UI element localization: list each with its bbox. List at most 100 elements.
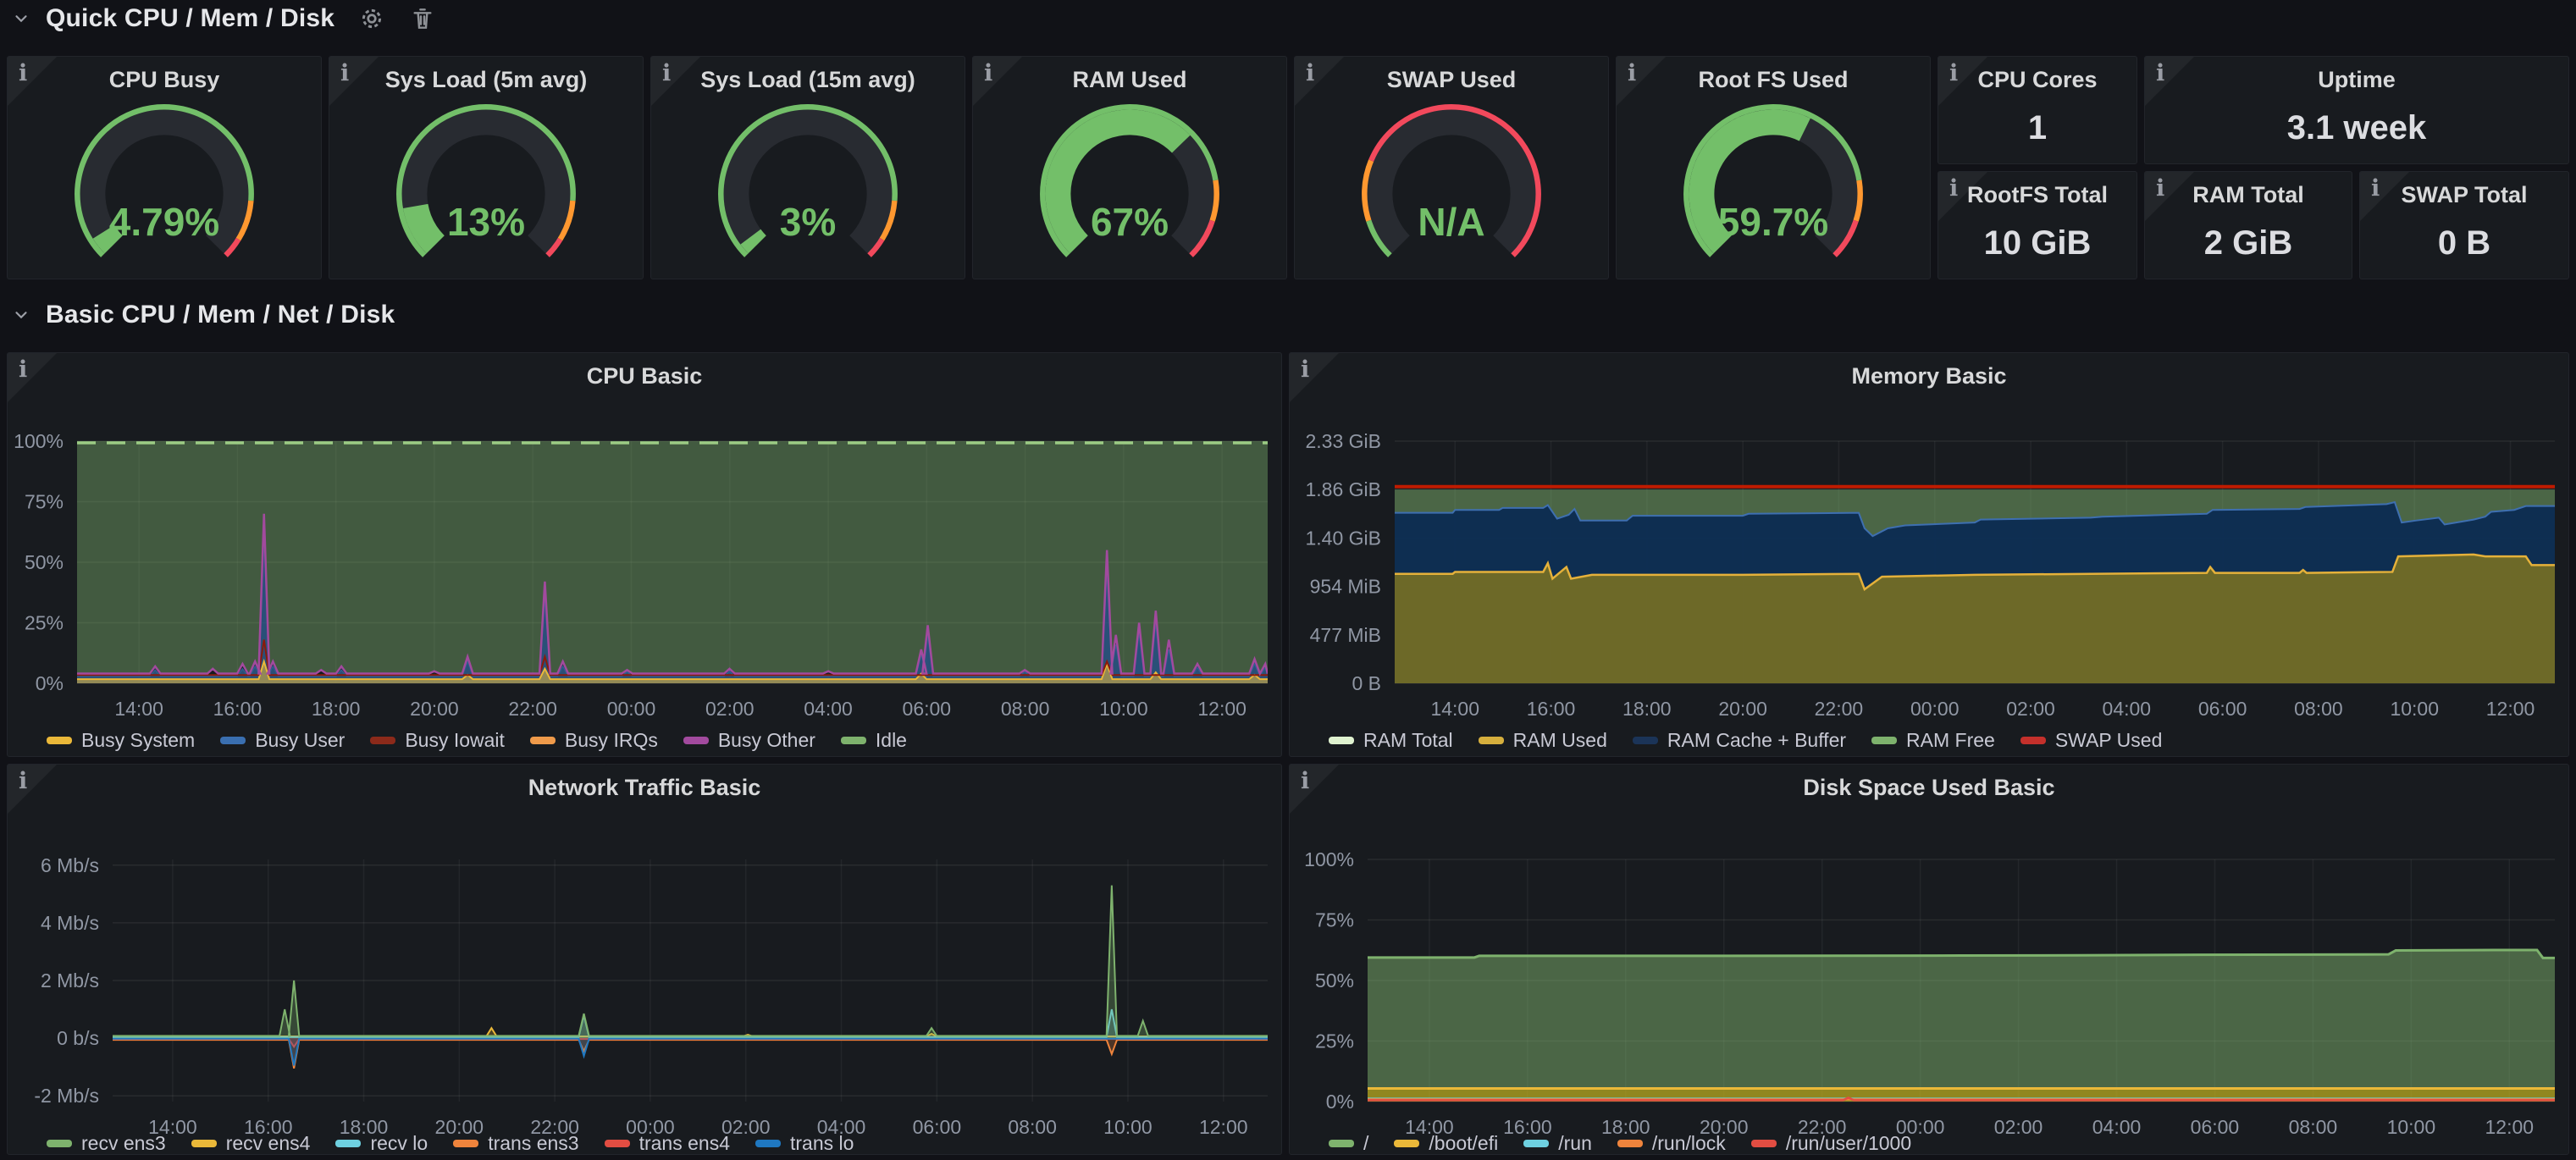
- stat-value: 2 GiB: [2145, 224, 2352, 262]
- legend-swatch: [1394, 1140, 1419, 1147]
- legend-swatch: [1633, 737, 1658, 744]
- svg-text:14:00: 14:00: [1430, 698, 1479, 720]
- legend-item[interactable]: RAM Cache + Buffer: [1633, 729, 1846, 752]
- panel-title[interactable]: CPU Busy: [8, 67, 321, 93]
- legend-label: Busy User: [255, 729, 345, 752]
- svg-text:12:00: 12:00: [2486, 698, 2535, 720]
- legend-item[interactable]: trans ens4: [605, 1132, 730, 1155]
- svg-text:12:00: 12:00: [1197, 698, 1247, 720]
- legend-item[interactable]: recv lo: [335, 1132, 428, 1155]
- legend-item[interactable]: recv ens3: [47, 1132, 166, 1155]
- legend-swatch: [1329, 737, 1354, 744]
- svg-text:10:00: 10:00: [2390, 698, 2439, 720]
- svg-text:0%: 0%: [36, 672, 64, 694]
- legend-item[interactable]: Busy Iowait: [370, 729, 505, 752]
- svg-text:50%: 50%: [25, 551, 64, 573]
- panel-title[interactable]: RootFS Total: [1938, 182, 2137, 208]
- panel-title[interactable]: Uptime: [2145, 67, 2568, 93]
- legend-item[interactable]: Busy IRQs: [530, 729, 658, 752]
- legend-item[interactable]: RAM Used: [1479, 729, 1607, 752]
- panel-title[interactable]: RAM Total: [2145, 182, 2352, 208]
- panel-swap-total: i SWAP Total 0 B: [2359, 171, 2569, 279]
- panel-network-traffic-basic: i Network Traffic Basic -2 Mb/s0 b/s2 Mb…: [7, 764, 1282, 1155]
- legend-swatch: [1329, 1140, 1354, 1147]
- svg-text:20:00: 20:00: [1718, 698, 1767, 720]
- panel-title[interactable]: SWAP Total: [2360, 182, 2568, 208]
- sys-load-5m-gauge: [329, 94, 643, 279]
- svg-text:100%: 100%: [14, 430, 64, 452]
- svg-text:0 b/s: 0 b/s: [57, 1027, 99, 1049]
- legend-swatch: [47, 1140, 72, 1147]
- panel-title[interactable]: Sys Load (15m avg): [651, 67, 965, 93]
- panel-root-fs-used: i Root FS Used 59.7%: [1616, 56, 1931, 279]
- disk-space-plot[interactable]: 0%25%50%75%100%14:0016:0018:0020:0022:00…: [1290, 765, 2568, 1154]
- section-header-quick[interactable]: Quick CPU / Mem / Disk: [12, 0, 436, 37]
- svg-text:50%: 50%: [1315, 969, 1354, 992]
- panel-ram-total: i RAM Total 2 GiB: [2144, 171, 2352, 279]
- legend-item[interactable]: Busy User: [220, 729, 345, 752]
- chevron-down-icon[interactable]: [12, 9, 30, 28]
- svg-text:2.33 GiB: 2.33 GiB: [1306, 430, 1382, 452]
- legend-label: trans ens3: [488, 1132, 578, 1155]
- memory-basic-legend: RAM Total RAM Used RAM Cache + Buffer RAM F…: [1329, 729, 2560, 752]
- legend-swatch: [841, 737, 866, 744]
- panel-title[interactable]: RAM Used: [973, 67, 1286, 93]
- panel-title[interactable]: SWAP Used: [1295, 67, 1608, 93]
- svg-text:954 MiB: 954 MiB: [1310, 576, 1381, 598]
- section-title[interactable]: Basic CPU / Mem / Net / Disk: [46, 301, 395, 329]
- legend-label: recv ens3: [81, 1132, 166, 1155]
- svg-text:04:00: 04:00: [804, 698, 853, 720]
- legend-swatch: [1751, 1140, 1777, 1147]
- svg-text:14:00: 14:00: [114, 698, 163, 720]
- network-traffic-legend: recv ens3 recv ens4 recv lo trans ens3 trans…: [47, 1132, 1273, 1155]
- panel-title[interactable]: Root FS Used: [1617, 67, 1930, 93]
- panel-title[interactable]: Sys Load (5m avg): [329, 67, 643, 93]
- legend-item[interactable]: Busy Other: [683, 729, 815, 752]
- legend-item[interactable]: /run: [1523, 1132, 1592, 1155]
- network-traffic-plot[interactable]: -2 Mb/s0 b/s2 Mb/s4 Mb/s6 Mb/s14:0016:00…: [8, 765, 1281, 1154]
- trash-icon[interactable]: [409, 5, 436, 32]
- legend-item[interactable]: /run/lock: [1617, 1132, 1726, 1155]
- gauge-value: 59.7%: [1617, 199, 1930, 245]
- chevron-down-icon[interactable]: [12, 306, 30, 324]
- section-header-basic[interactable]: Basic CPU / Mem / Net / Disk: [12, 296, 395, 334]
- legend-item[interactable]: RAM Free: [1871, 729, 1995, 752]
- cpu-basic-plot[interactable]: 0%25%50%75%100%14:0016:0018:0020:0022:00…: [8, 353, 1281, 756]
- panel-sys-load-15m: i Sys Load (15m avg) 3%: [650, 56, 965, 279]
- legend-item[interactable]: recv ens4: [191, 1132, 311, 1155]
- svg-text:06:00: 06:00: [903, 698, 952, 720]
- ram-used-gauge: [973, 94, 1286, 279]
- legend-item[interactable]: /run/user/1000: [1751, 1132, 1911, 1155]
- memory-basic-plot[interactable]: 0 B477 MiB954 MiB1.40 GiB1.86 GiB2.33 Gi…: [1290, 353, 2568, 756]
- panel-swap-used: i SWAP Used N/A: [1294, 56, 1609, 279]
- cpu-basic-legend: Busy System Busy User Busy Iowait Busy IRQs…: [47, 729, 1273, 752]
- legend-item[interactable]: /: [1329, 1132, 1368, 1155]
- svg-text:16:00: 16:00: [1527, 698, 1576, 720]
- legend-swatch: [1617, 1140, 1643, 1147]
- legend-label: /run/user/1000: [1786, 1132, 1911, 1155]
- legend-label: RAM Cache + Buffer: [1667, 729, 1846, 752]
- svg-text:1.86 GiB: 1.86 GiB: [1306, 478, 1382, 500]
- gauge-value: N/A: [1295, 199, 1608, 245]
- legend-item[interactable]: Idle: [841, 729, 907, 752]
- legend-item[interactable]: trans lo: [755, 1132, 854, 1155]
- svg-text:00:00: 00:00: [607, 698, 656, 720]
- legend-item[interactable]: SWAP Used: [2020, 729, 2163, 752]
- svg-text:477 MiB: 477 MiB: [1310, 624, 1381, 646]
- legend-label: Busy Iowait: [405, 729, 505, 752]
- legend-swatch: [453, 1140, 478, 1147]
- svg-text:00:00: 00:00: [1910, 698, 1960, 720]
- legend-item[interactable]: trans ens3: [453, 1132, 578, 1155]
- legend-label: Idle: [876, 729, 907, 752]
- svg-text:02:00: 02:00: [2006, 698, 2055, 720]
- legend-item[interactable]: Busy System: [47, 729, 195, 752]
- section-title[interactable]: Quick CPU / Mem / Disk: [46, 4, 334, 33]
- legend-item[interactable]: /boot/efi: [1394, 1132, 1498, 1155]
- panel-ram-used: i RAM Used 67%: [972, 56, 1287, 279]
- legend-item[interactable]: RAM Total: [1329, 729, 1453, 752]
- legend-label: Busy Other: [718, 729, 815, 752]
- gear-icon[interactable]: [358, 5, 385, 32]
- legend-swatch: [530, 737, 556, 744]
- panel-title[interactable]: CPU Cores: [1938, 67, 2137, 93]
- panel-disk-space-used-basic: i Disk Space Used Basic 0%25%50%75%100%1…: [1289, 764, 2569, 1155]
